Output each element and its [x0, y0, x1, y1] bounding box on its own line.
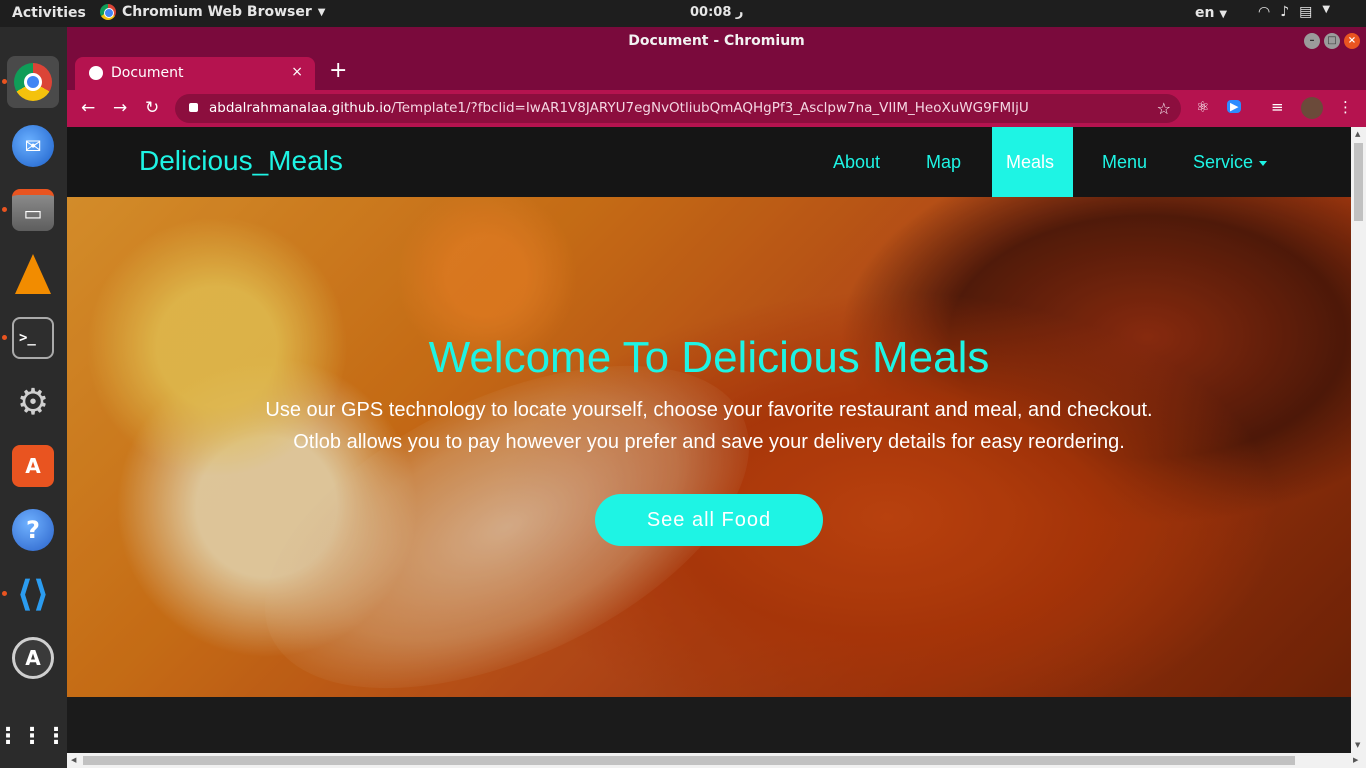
globe-icon [89, 66, 103, 80]
wifi-icon: ◠ [1258, 4, 1271, 20]
volume-icon: ♪ [1280, 4, 1290, 20]
help-icon: ? [12, 509, 54, 551]
reload-button[interactable]: ↻ [145, 98, 159, 118]
dock-vlc[interactable] [7, 248, 59, 300]
maximize-button[interactable]: □ [1324, 33, 1340, 49]
close-button[interactable]: × [1344, 33, 1360, 49]
chromium-icon [14, 63, 52, 101]
language-label: en [1195, 5, 1215, 21]
site-navbar: Delicious_Meals About Map Meals Menu Ser… [67, 127, 1351, 197]
system-tray[interactable]: ◠ ♪ ▤ ▼ [1258, 4, 1330, 20]
dock-updater[interactable]: A [7, 632, 59, 684]
media-control-icon[interactable]: ≡ [1271, 98, 1284, 116]
dock-files[interactable]: ▭ [7, 184, 59, 236]
software-updater-icon: A [12, 637, 54, 679]
lock-icon [189, 103, 198, 112]
tab-close-icon[interactable]: × [291, 64, 303, 80]
window-title-bar[interactable]: Document - Chromium – □ × [67, 27, 1366, 55]
dock-terminal[interactable]: >_ [7, 312, 59, 364]
back-button[interactable]: ← [81, 98, 95, 118]
address-bar[interactable]: abdalrahmanalaa.github.io/Template1/?fbc… [175, 94, 1181, 123]
menu-icon[interactable]: ⋮ [1338, 98, 1353, 116]
caret-down-icon [1259, 160, 1268, 166]
thunderbird-icon: ✉ [12, 125, 54, 167]
files-icon: ▭ [12, 189, 54, 231]
tab-title: Document [111, 65, 184, 81]
minimize-button[interactable]: – [1304, 33, 1320, 49]
system-top-bar: Activities Chromium Web Browser ▼ ر 00:0… [0, 0, 1366, 27]
nav-about[interactable]: About [819, 127, 894, 197]
activities-button[interactable]: Activities [12, 5, 86, 21]
profile-avatar[interactable] [1301, 97, 1323, 119]
nav-map[interactable]: Map [912, 127, 975, 197]
running-indicator [2, 335, 7, 340]
chevron-down-icon: ▼ [1322, 4, 1331, 15]
nav-meals[interactable]: Meals [992, 127, 1073, 197]
grid-icon: ⋮⋮⋮ [0, 723, 69, 749]
dock: ✉ ▭ >_ ⚙ A ? ⟨⟩ A ⋮⋮⋮ [0, 27, 67, 768]
chevron-down-icon: ▼ [1219, 9, 1228, 20]
running-indicator [2, 207, 7, 212]
app-menu[interactable]: Chromium Web Browser ▼ [100, 4, 325, 20]
scroll-up-icon[interactable]: ▲ [1355, 130, 1360, 138]
dock-chromium[interactable] [7, 56, 59, 108]
forward-button[interactable]: → [113, 98, 127, 118]
dock-settings[interactable]: ⚙ [7, 376, 59, 428]
window-title: Document - Chromium [628, 33, 805, 49]
hero-title: Welcome To Delicious Meals [428, 333, 990, 382]
window-controls: – □ × [1304, 33, 1360, 49]
url-host: abdalrahmanalaa.github.io [209, 100, 392, 116]
tab-strip: Document × + [67, 55, 1366, 90]
dock-vscode[interactable]: ⟨⟩ [7, 568, 59, 620]
nav-service[interactable]: Service [1179, 127, 1281, 197]
show-applications-button[interactable]: ⋮⋮⋮ [0, 710, 69, 762]
gear-icon: ⚙ [16, 381, 50, 423]
dock-thunderbird[interactable]: ✉ [7, 120, 59, 172]
app-menu-label: Chromium Web Browser [122, 4, 312, 20]
hero-content: Welcome To Delicious Meals Use our GPS t… [67, 197, 1351, 697]
nav-menu[interactable]: Menu [1088, 127, 1161, 197]
scroll-right-icon[interactable]: ▶ [1353, 756, 1358, 764]
scroll-down-icon[interactable]: ▼ [1355, 741, 1360, 749]
vertical-scrollbar[interactable]: ▲ ▼ [1351, 127, 1366, 753]
vertical-scroll-thumb[interactable] [1354, 143, 1363, 221]
site-brand[interactable]: Delicious_Meals [139, 145, 343, 177]
horizontal-scrollbar[interactable]: ◀ ▶ [67, 753, 1366, 768]
chromium-icon [100, 4, 116, 20]
bookmark-star-icon[interactable]: ☆ [1157, 94, 1171, 123]
clock[interactable]: ر 00:08 [690, 5, 743, 20]
nav-service-label: Service [1193, 152, 1254, 172]
dock-help[interactable]: ? [7, 504, 59, 556]
dock-software[interactable]: A [7, 440, 59, 492]
vlc-icon [12, 253, 54, 295]
scroll-left-icon[interactable]: ◀ [71, 756, 76, 764]
hero-description-line2: Otlob allows you to pay however you pref… [293, 431, 1125, 453]
tab-document[interactable]: Document × [75, 57, 315, 90]
chevron-down-icon: ▼ [317, 6, 326, 18]
browser-toolbar: ← → ↻ abdalrahmanalaa.github.io/Template… [67, 90, 1366, 127]
running-indicator [2, 591, 7, 596]
new-tab-button[interactable]: + [329, 60, 347, 82]
running-indicator [2, 79, 7, 84]
hero-section: Welcome To Delicious Meals Use our GPS t… [67, 197, 1351, 697]
see-all-food-button[interactable]: See all Food [595, 494, 823, 546]
language-indicator[interactable]: en ▼ [1195, 5, 1227, 21]
software-center-icon: A [12, 445, 54, 487]
url-path: /Template1/?fbclid=IwAR1V8JARYU7egNvOtli… [391, 100, 1029, 116]
vscode-icon: ⟨⟩ [16, 573, 50, 615]
clipboard-icon: ▤ [1299, 4, 1313, 20]
hero-description-line1: Use our GPS technology to locate yoursel… [265, 399, 1153, 421]
terminal-icon: >_ [12, 317, 54, 359]
react-devtools-icon[interactable]: ⚛ [1196, 98, 1209, 116]
zoom-extension-icon[interactable]: ▶ [1227, 100, 1242, 113]
horizontal-scroll-thumb[interactable] [83, 756, 1295, 765]
web-page: Delicious_Meals About Map Meals Menu Ser… [67, 127, 1351, 753]
